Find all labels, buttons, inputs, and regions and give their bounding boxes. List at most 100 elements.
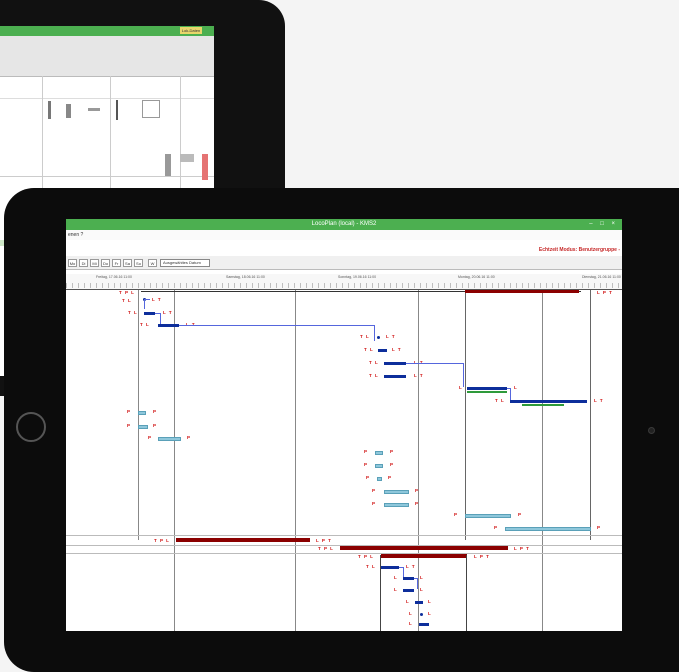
task-bar[interactable] <box>384 375 406 378</box>
task-label: L T <box>406 564 416 569</box>
planned-bar[interactable] <box>138 425 148 429</box>
day-header-1: Samstag, 18.06.16 11:00 <box>226 275 265 279</box>
task-label: T L <box>369 373 379 378</box>
task-label: P <box>153 423 158 428</box>
task-bar[interactable] <box>158 324 179 327</box>
task-label: T L <box>128 310 138 315</box>
planned-bar[interactable] <box>384 490 409 494</box>
background-glyph <box>202 154 208 180</box>
connector <box>179 325 375 341</box>
task-bar[interactable] <box>340 546 508 550</box>
timeline-ticks <box>66 283 622 288</box>
task-bar[interactable] <box>378 349 387 352</box>
task-label: L <box>406 599 410 604</box>
gridline <box>138 290 139 540</box>
planned-bar[interactable] <box>465 514 511 518</box>
task-label: P <box>597 525 602 530</box>
task-label: L T <box>163 310 173 315</box>
task-label: L <box>420 587 424 592</box>
task-label: T L <box>369 360 379 365</box>
task-label: L P T <box>474 554 490 559</box>
planned-bar[interactable] <box>138 411 146 415</box>
task-label: T L <box>364 347 374 352</box>
task-bar-secondary[interactable] <box>522 404 564 406</box>
day-button-do[interactable]: Do <box>101 259 110 267</box>
app-window: LocoPlan (local) - KMS2 – □ × enen ? Ech… <box>66 219 622 631</box>
week-button[interactable]: W <box>148 259 157 267</box>
day-header-3: Montag, 20.06.16 11:00 <box>458 275 495 279</box>
menu-bar[interactable]: enen ? <box>66 230 622 240</box>
task-bar[interactable] <box>415 601 423 604</box>
task-label: P <box>127 423 132 428</box>
connector <box>155 313 161 324</box>
task-label: P <box>364 462 369 467</box>
task-label: P <box>153 409 158 414</box>
planned-bar[interactable] <box>158 437 181 441</box>
task-label: L <box>459 385 463 390</box>
task-bar-secondary[interactable] <box>467 391 507 393</box>
task-label: T P L <box>154 538 170 543</box>
task-label: L T <box>414 373 424 378</box>
task-bar[interactable] <box>144 312 155 315</box>
task-label: L P T <box>316 538 332 543</box>
background-status-badge: Lok-Daten <box>180 27 202 34</box>
camera-icon <box>648 427 655 434</box>
day-button-sa[interactable]: Sa <box>123 259 132 267</box>
planned-bar[interactable] <box>377 477 382 481</box>
task-bar[interactable] <box>465 290 579 293</box>
task-label: T P L <box>119 290 135 295</box>
gridline <box>295 290 296 631</box>
task-label: L T <box>386 334 396 339</box>
task-label: P <box>390 462 395 467</box>
task-bar[interactable] <box>403 577 414 580</box>
task-label: P <box>494 525 499 530</box>
day-button-di[interactable]: Di <box>79 259 88 267</box>
background-glyph <box>48 101 51 119</box>
task-label: L <box>514 385 518 390</box>
task-bar[interactable] <box>419 623 429 626</box>
task-label: P <box>366 475 371 480</box>
planned-bar[interactable] <box>505 527 591 531</box>
connector <box>507 388 511 400</box>
row-separator <box>66 553 622 554</box>
planned-bar[interactable] <box>375 464 383 468</box>
task-bar[interactable] <box>510 400 587 403</box>
window-controls[interactable]: – □ × <box>589 219 618 230</box>
day-button-mi[interactable]: Mi <box>90 259 99 267</box>
task-bar[interactable] <box>176 538 310 542</box>
background-glyph <box>66 104 71 118</box>
task-label: T P L <box>318 546 334 551</box>
task-label: P <box>372 501 377 506</box>
planned-bar[interactable] <box>384 503 409 507</box>
task-label: P <box>415 488 420 493</box>
task-label: L T <box>594 398 604 403</box>
task-label: L P T <box>514 546 530 551</box>
task-bar[interactable] <box>384 362 406 365</box>
day-button-fr[interactable]: Fr <box>112 259 121 267</box>
timeline-header: Freitag, 17.06.16 11:00 Samstag, 18.06.1… <box>66 274 622 290</box>
window-title: LocoPlan (local) - KMS2 <box>311 221 377 227</box>
window-titlebar: LocoPlan (local) - KMS2 <box>66 219 622 230</box>
task-label: P <box>187 435 192 440</box>
date-select[interactable]: Ausgewähltes Datum <box>160 259 210 267</box>
task-bar[interactable] <box>403 589 414 592</box>
day-button-so[interactable]: So <box>134 259 143 267</box>
task-label: P <box>388 475 393 480</box>
planned-bar[interactable] <box>375 451 383 455</box>
task-label: P <box>518 512 523 517</box>
background-glyph <box>180 154 194 162</box>
background-glyph <box>116 100 118 120</box>
task-label: P <box>390 449 395 454</box>
day-header-4: Dienstag, 21.06.16 11:00 <box>582 275 621 279</box>
task-label: T L <box>122 298 132 303</box>
background-grid-line <box>0 176 214 177</box>
task-label: T L <box>366 564 376 569</box>
day-button-mo[interactable]: Mo <box>68 259 77 267</box>
task-bar[interactable] <box>467 387 507 390</box>
gridline <box>465 290 466 540</box>
gridline <box>542 290 543 631</box>
task-bar[interactable] <box>381 566 399 569</box>
home-button[interactable] <box>16 412 46 442</box>
task-label: L <box>428 611 432 616</box>
task-bar[interactable] <box>381 554 467 558</box>
